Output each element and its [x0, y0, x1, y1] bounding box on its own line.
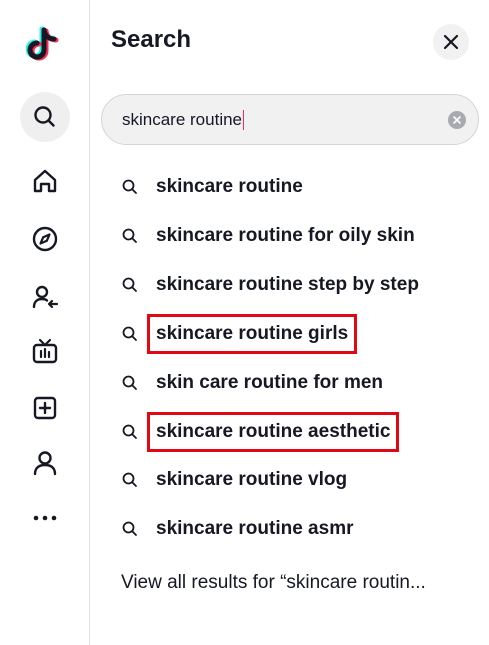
suggestion-item[interactable]: skincare routine for oily skin: [121, 212, 481, 260]
search-icon: [34, 106, 55, 127]
search-input-wrap: skincare routine: [122, 105, 448, 135]
suggestion-item[interactable]: skincare routine step by step: [121, 261, 481, 309]
profile-icon: [33, 451, 57, 476]
search-icon: [122, 326, 137, 341]
live-icon: [32, 338, 58, 364]
suggestion-text: skincare routine for oily skin: [156, 224, 415, 246]
search-icon: [122, 424, 137, 439]
tiktok-logo[interactable]: [25, 22, 66, 64]
nav-search-button[interactable]: [20, 92, 70, 142]
search-box: skincare routine: [101, 94, 479, 145]
suggestion-text: skincare routine aesthetic: [156, 420, 391, 442]
close-button[interactable]: [433, 24, 469, 60]
search-icon: [122, 472, 137, 488]
upload-icon: [33, 396, 57, 420]
suggestion-item[interactable]: skincare routine asmr: [121, 505, 481, 553]
suggestion-item[interactable]: skincare routine aesthetic: [121, 408, 481, 456]
search-icon: [122, 375, 137, 390]
more-icon: [33, 515, 57, 521]
explore-icon: [32, 226, 58, 252]
search-icon: [122, 179, 137, 194]
close-icon: [443, 34, 459, 50]
suggestion-text: skincare routine vlog: [156, 469, 348, 491]
suggestion-text: skin care routine for men: [156, 371, 384, 393]
nav-profile-button[interactable]: [20, 438, 70, 488]
suggestion-item[interactable]: skincare routine: [121, 163, 481, 211]
following-icon: [32, 285, 59, 309]
clear-icon: [453, 115, 461, 124]
suggestion-text: skincare routine step by step: [156, 273, 419, 295]
suggestion-item[interactable]: skin care routine for men: [121, 359, 481, 407]
panel-title: Search: [111, 26, 192, 53]
view-all-results-link[interactable]: View all results for “skincare routin...: [121, 572, 471, 594]
nav-more-button[interactable]: [20, 493, 70, 543]
suggestion-text: skincare routine girls: [156, 322, 349, 344]
nav-live-button[interactable]: [20, 327, 70, 377]
suggestion-item[interactable]: skincare routine vlog: [121, 456, 481, 504]
home-icon: [33, 169, 57, 193]
text-caret: [243, 109, 245, 130]
search-input[interactable]: skincare routine: [122, 105, 242, 135]
sidebar: [0, 0, 90, 645]
search-icon: [122, 228, 137, 243]
suggestion-item[interactable]: skincare routine girls: [121, 310, 481, 358]
nav-home-button[interactable]: [20, 156, 70, 206]
search-icon: [122, 521, 137, 537]
search-icon: [122, 277, 137, 292]
nav-upload-button[interactable]: [20, 383, 70, 433]
search-panel: Search skincare routine skincare routine…: [91, 0, 489, 645]
suggestion-text: skincare routine: [156, 176, 303, 197]
suggestion-text: skincare routine asmr: [156, 518, 354, 540]
nav-explore-button[interactable]: [20, 214, 70, 264]
nav-following-button[interactable]: [20, 272, 70, 322]
clear-search-button[interactable]: [448, 110, 466, 129]
